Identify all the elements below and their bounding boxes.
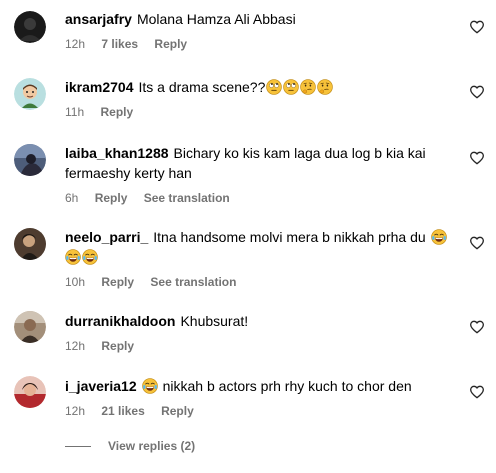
laughing-emoji (82, 249, 98, 265)
comment-message: Itna handsome molvi mera b nikkah prha d… (153, 229, 426, 245)
comment-body: laiba_khan1288 Bichary ko kis kam laga du… (65, 143, 450, 206)
comment-text: ansarjafry Molana Hamza Ali Abbasi (65, 9, 450, 29)
heart-outline-icon[interactable] (469, 384, 485, 400)
comment-text: i_javeria12 nikkah b actors prh rhy kuch … (65, 376, 450, 396)
avatar[interactable] (14, 144, 46, 176)
comment-text: ikram2704 Its a drama scene?? (65, 77, 450, 97)
reply-button[interactable]: Reply (161, 404, 194, 418)
thinking-emoji (317, 79, 333, 95)
likes-count[interactable]: 7 likes (101, 37, 138, 51)
timestamp: 12h (65, 37, 86, 51)
reply-button[interactable]: Reply (95, 191, 128, 205)
view-replies-label: View replies (2) (108, 439, 196, 453)
reply-button[interactable]: Reply (101, 275, 134, 289)
comment-meta: 12h 7 likes Reply (65, 36, 450, 52)
username[interactable]: i_javeria12 (65, 378, 137, 394)
username[interactable]: ikram2704 (65, 79, 134, 95)
reply-button[interactable]: Reply (101, 339, 134, 353)
reply-button[interactable]: Reply (100, 105, 133, 119)
heart-outline-icon[interactable] (469, 19, 485, 35)
comment-body: i_javeria12 nikkah b actors prh rhy kuch … (65, 376, 450, 419)
comment-message: nikkah b actors prh rhy kuch to chor den (162, 378, 412, 394)
username[interactable]: neelo_parri_ (65, 229, 148, 245)
username[interactable]: laiba_khan1288 (65, 145, 169, 161)
avatar[interactable] (14, 228, 46, 260)
comment-text: durranikhaldoon Khubsurat! (65, 311, 450, 331)
comment-text: laiba_khan1288 Bichary ko kis kam laga du… (65, 143, 450, 163)
avatar[interactable] (14, 376, 46, 408)
comment-meta: 10h Reply See translation (65, 274, 450, 290)
comment-body: durranikhaldoon Khubsurat! 12h Reply (65, 311, 450, 354)
avatar[interactable] (14, 78, 46, 110)
timestamp: 6h (65, 191, 79, 205)
comment-text: neelo_parri_ Itna handsome molvi mera b n… (65, 227, 450, 247)
avatar[interactable] (14, 11, 46, 43)
comment-body: ikram2704 Its a drama scene?? 11h Reply (65, 77, 450, 120)
see-translation-button[interactable]: See translation (150, 275, 236, 289)
reply-button[interactable]: Reply (154, 37, 187, 51)
heart-outline-icon[interactable] (469, 150, 485, 166)
timestamp: 12h (65, 339, 86, 353)
comment-meta: 11h Reply (65, 104, 450, 120)
see-translation-button[interactable]: See translation (144, 191, 230, 205)
comment-message-line2: fermaeshy kerty han (65, 165, 192, 181)
laughing-emoji (65, 249, 81, 265)
comment-emoji-line (65, 247, 450, 267)
timestamp: 10h (65, 275, 86, 289)
username[interactable]: durranikhaldoon (65, 313, 175, 329)
thinking-emoji (300, 79, 316, 95)
comment-message: Its a drama scene?? (138, 79, 266, 95)
comment-message: Molana Hamza Ali Abbasi (136, 11, 296, 27)
heart-outline-icon[interactable] (469, 235, 485, 251)
comment-body: ansarjafry Molana Hamza Ali Abbasi 12h 7 … (65, 9, 450, 52)
rolling-eyes-emoji (266, 79, 282, 95)
heart-outline-icon[interactable] (469, 84, 485, 100)
heart-outline-icon[interactable] (469, 319, 485, 335)
likes-count[interactable]: 21 likes (101, 404, 144, 418)
rolling-eyes-emoji (283, 79, 299, 95)
comment-meta: 12h 21 likes Reply (65, 403, 450, 419)
replies-divider (65, 445, 91, 447)
comment-body: neelo_parri_ Itna handsome molvi mera b n… (65, 227, 450, 290)
view-replies-button[interactable]: View replies (2) (65, 437, 195, 455)
timestamp: 11h (65, 105, 85, 119)
avatar[interactable] (14, 311, 46, 343)
timestamp: 12h (65, 404, 86, 418)
laughing-emoji (431, 229, 447, 245)
comment-message-line1: Bichary ko kis kam laga dua log b kia ka… (173, 145, 426, 161)
laughing-emoji (142, 378, 158, 394)
username[interactable]: ansarjafry (65, 11, 132, 27)
comment-message: Khubsurat! (180, 313, 249, 329)
comment-meta: 12h Reply (65, 338, 450, 354)
comment-meta: 6h Reply See translation (65, 190, 450, 206)
